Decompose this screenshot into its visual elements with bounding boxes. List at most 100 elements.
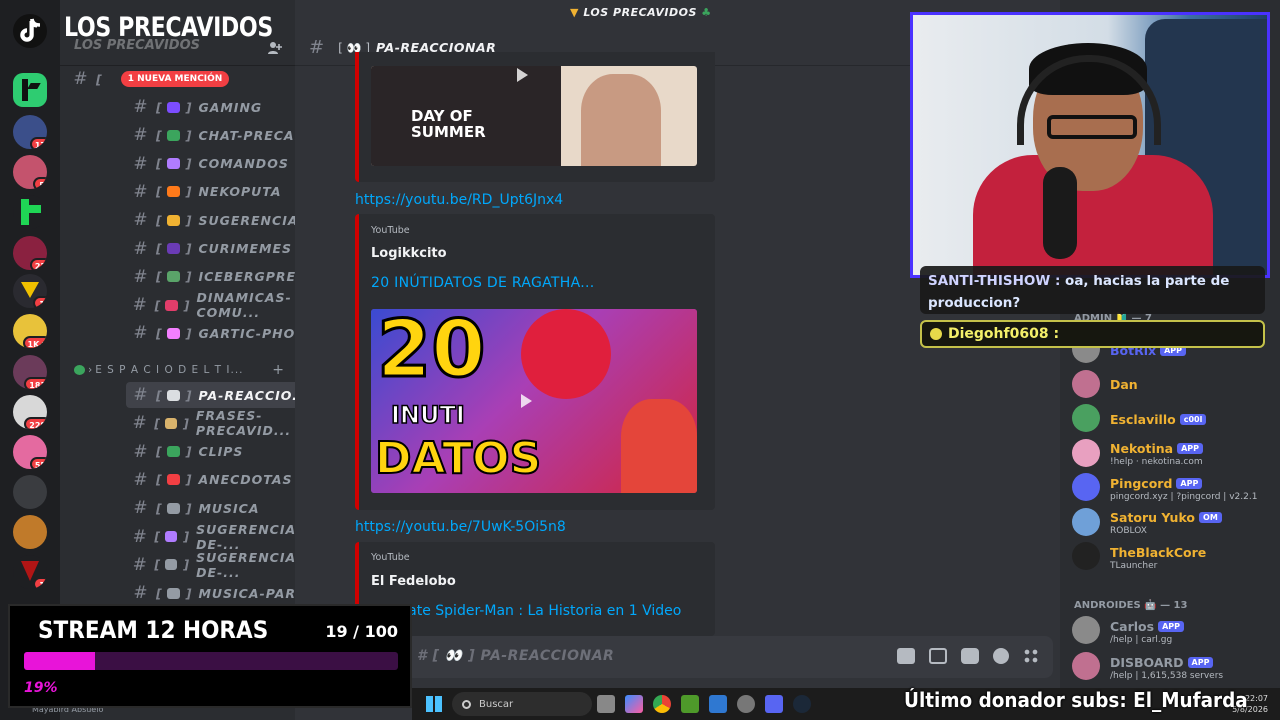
- gift-icon[interactable]: [897, 648, 915, 664]
- video-thumbnail[interactable]: DAY OF SUMMER: [371, 66, 697, 166]
- channel-emoji-icon: [166, 446, 180, 458]
- member-name: Dan: [1110, 377, 1138, 392]
- unread-badge: 55: [29, 457, 47, 469]
- member-tag: APP: [1177, 443, 1204, 454]
- bracket-left: [: [156, 472, 163, 488]
- embed-author[interactable]: Logikkcito: [371, 246, 447, 261]
- youtube-link[interactable]: https://youtu.be/7UwK-5Oi5n8: [355, 519, 566, 535]
- unread-badge: 22: [29, 258, 47, 270]
- embed-title[interactable]: 20 INÚTIDATOS DE RAGATHA...: [371, 275, 595, 291]
- server-icon[interactable]: [13, 475, 47, 509]
- bracket-right: ]: [185, 99, 193, 115]
- member-status: ROBLOX: [1110, 526, 1147, 536]
- goal-percent: 19%: [24, 680, 58, 696]
- server-icon[interactable]: [13, 195, 47, 229]
- server-icon[interactable]: 5: [13, 155, 47, 189]
- bracket-left: [: [156, 99, 163, 115]
- bracket-right: ]: [183, 529, 191, 544]
- member-item[interactable]: Satoru Yuko OM ROBLOX: [1072, 505, 1222, 539]
- member-item[interactable]: Carlos APP/help | carl.gg: [1072, 613, 1185, 647]
- play-icon[interactable]: [517, 68, 528, 82]
- hash-icon: #: [133, 210, 149, 231]
- hash-icon: #: [132, 554, 148, 575]
- member-name: Carlos: [1110, 618, 1155, 634]
- add-channel-icon[interactable]: +: [272, 362, 284, 378]
- taskview-icon[interactable]: [597, 695, 615, 713]
- server-icon[interactable]: 228: [13, 395, 47, 429]
- window-title-text: LOS PRECAVIDOS: [583, 6, 697, 19]
- bracket-left: [: [154, 297, 162, 313]
- member-item[interactable]: Nekotina APP !help · nekotina.com: [1072, 436, 1204, 470]
- category-header[interactable]: › E S P A C I O D E L T I... +: [74, 362, 284, 378]
- member-avatar: [1072, 507, 1100, 536]
- windows-start-icon[interactable]: [426, 696, 442, 712]
- member-item[interactable]: DISBOARD APP/help | 1,615,538 servers: [1072, 649, 1223, 683]
- message-input[interactable]: # [ 👀 ] PA-REACCIONAR: [405, 636, 1053, 678]
- thumbnail-word: DATOS: [374, 432, 542, 485]
- channel-item[interactable]: # [ 1 NUEVA MENCIÓN: [66, 66, 288, 92]
- steam-icon[interactable]: [793, 695, 811, 713]
- member-item[interactable]: Pingcord APP pingcord.xyz | ?pingcord | v2…: [1072, 470, 1257, 504]
- chevron-right-icon: ›: [88, 364, 93, 376]
- server-icon[interactable]: 1: [13, 274, 47, 308]
- member-avatar: [1072, 438, 1100, 467]
- member-avatar: [1072, 616, 1100, 644]
- member-item[interactable]: Dan: [1072, 367, 1138, 401]
- server-icon[interactable]: 55: [13, 435, 47, 469]
- hash-icon: #: [133, 153, 149, 174]
- member-item[interactable]: Esclavillo c00l: [1072, 401, 1207, 435]
- channel-emoji-icon: [164, 417, 178, 429]
- copilot-icon[interactable]: [625, 695, 643, 713]
- bracket-right: ]: [185, 585, 193, 601]
- server-icon[interactable]: 17: [13, 115, 47, 149]
- member-name: TheBlackCore: [1110, 544, 1207, 560]
- bracket-right: ]: [185, 184, 193, 200]
- apps-icon[interactable]: [1023, 648, 1039, 664]
- gif-icon[interactable]: [929, 648, 947, 664]
- server-icon[interactable]: 181: [13, 355, 47, 389]
- stream-title-bar: LOS PRECAVIDOS ▼ LOS PRECAVIDOS ♣: [0, 0, 910, 43]
- bracket-right: ]: [185, 269, 193, 285]
- server-icon[interactable]: 22: [13, 236, 47, 270]
- channel-emoji-icon: [166, 158, 180, 170]
- bracket-left: [: [156, 184, 163, 200]
- server-icon[interactable]: [13, 515, 47, 549]
- channel-emoji-icon: [165, 531, 178, 542]
- channel-emoji-icon: [166, 214, 180, 226]
- embed-title[interactable]: Ultimate Spider-Man : La Historia en 1 V…: [371, 603, 681, 619]
- member-name: Nekotina: [1110, 441, 1174, 456]
- member-item[interactable]: TheBlackCore TLauncher: [1072, 539, 1206, 573]
- mention-pill[interactable]: 1 NUEVA MENCIÓN: [120, 71, 230, 87]
- bracket-left: [: [156, 387, 163, 403]
- bracket-left: [: [156, 585, 163, 601]
- youtube-link[interactable]: https://youtu.be/RD_Upt6Jnx4: [355, 192, 563, 208]
- member-tag: APP: [1176, 477, 1203, 489]
- bracket-left: [: [156, 500, 163, 516]
- channel-emoji-icon: [166, 186, 180, 198]
- search-label: Buscar: [479, 698, 514, 710]
- server-icon[interactable]: [13, 73, 47, 107]
- hash-icon: #: [309, 37, 325, 58]
- hash-icon: #: [133, 266, 149, 287]
- play-icon[interactable]: [521, 394, 532, 408]
- settings-icon[interactable]: [737, 695, 755, 713]
- member-avatar: [1072, 542, 1100, 570]
- channel-label: ANECDOTAS: [198, 472, 293, 488]
- video-thumbnail[interactable]: 20 INUTI DATOS: [371, 309, 697, 493]
- store-icon[interactable]: [709, 695, 727, 713]
- channel-emoji-icon: [166, 389, 180, 401]
- taskbar-search[interactable]: Buscar: [452, 692, 592, 716]
- bracket-right: ]: [185, 127, 193, 143]
- server-icon[interactable]: 1K+: [13, 314, 47, 348]
- member-status: /help | carl.gg: [1110, 634, 1173, 645]
- embed-author[interactable]: El Fedelobo: [371, 574, 456, 589]
- sticker-icon[interactable]: [961, 648, 979, 664]
- chrome-icon[interactable]: [653, 695, 671, 713]
- emoji-icon[interactable]: [993, 648, 1009, 664]
- discord-icon[interactable]: [765, 695, 783, 713]
- server-icon[interactable]: 1: [13, 555, 47, 589]
- hash-icon: #: [132, 295, 148, 316]
- channel-emoji-icon: [166, 474, 180, 486]
- member-tag: c00l: [1179, 413, 1207, 425]
- minecraft-icon[interactable]: [681, 695, 699, 713]
